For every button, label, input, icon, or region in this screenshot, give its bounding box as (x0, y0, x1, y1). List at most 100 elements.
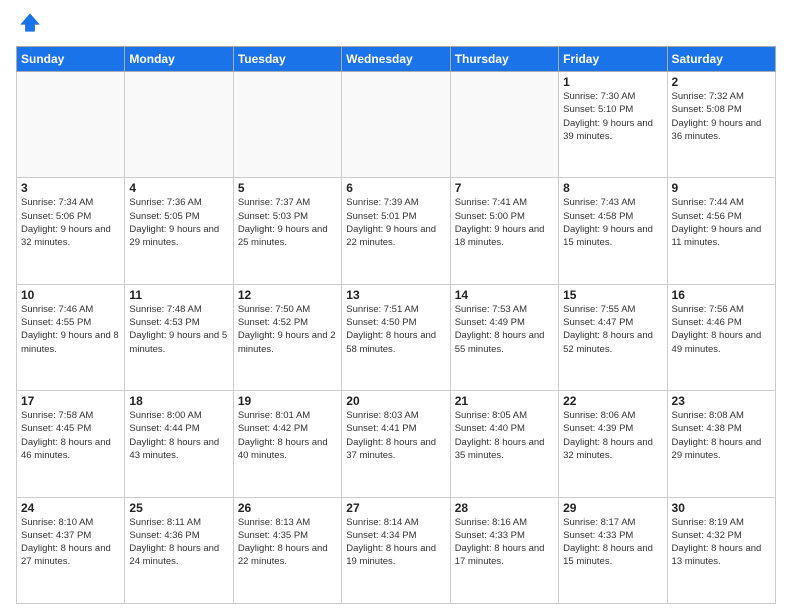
logo-icon (16, 12, 44, 40)
day-info: Sunrise: 7:56 AM Sunset: 4:46 PM Dayligh… (672, 303, 771, 356)
day-info: Sunrise: 7:50 AM Sunset: 4:52 PM Dayligh… (238, 303, 337, 356)
calendar-cell: 28Sunrise: 8:16 AM Sunset: 4:33 PM Dayli… (450, 497, 558, 603)
day-header-saturday: Saturday (667, 47, 775, 72)
day-info: Sunrise: 8:06 AM Sunset: 4:39 PM Dayligh… (563, 409, 662, 462)
day-number: 17 (21, 394, 120, 408)
day-number: 12 (238, 288, 337, 302)
day-info: Sunrise: 7:55 AM Sunset: 4:47 PM Dayligh… (563, 303, 662, 356)
day-number: 7 (455, 181, 554, 195)
calendar-cell: 2Sunrise: 7:32 AM Sunset: 5:08 PM Daylig… (667, 72, 775, 178)
day-info: Sunrise: 7:34 AM Sunset: 5:06 PM Dayligh… (21, 196, 120, 249)
day-number: 11 (129, 288, 228, 302)
day-number: 18 (129, 394, 228, 408)
day-info: Sunrise: 8:16 AM Sunset: 4:33 PM Dayligh… (455, 516, 554, 569)
calendar-cell: 16Sunrise: 7:56 AM Sunset: 4:46 PM Dayli… (667, 284, 775, 390)
day-number: 13 (346, 288, 445, 302)
calendar-cell (17, 72, 125, 178)
day-info: Sunrise: 7:37 AM Sunset: 5:03 PM Dayligh… (238, 196, 337, 249)
calendar-cell: 8Sunrise: 7:43 AM Sunset: 4:58 PM Daylig… (559, 178, 667, 284)
calendar-cell: 19Sunrise: 8:01 AM Sunset: 4:42 PM Dayli… (233, 391, 341, 497)
day-number: 15 (563, 288, 662, 302)
day-info: Sunrise: 7:32 AM Sunset: 5:08 PM Dayligh… (672, 90, 771, 143)
day-header-tuesday: Tuesday (233, 47, 341, 72)
day-header-monday: Monday (125, 47, 233, 72)
calendar-cell (125, 72, 233, 178)
day-info: Sunrise: 7:53 AM Sunset: 4:49 PM Dayligh… (455, 303, 554, 356)
calendar-header-row: SundayMondayTuesdayWednesdayThursdayFrid… (17, 47, 776, 72)
calendar-cell: 1Sunrise: 7:30 AM Sunset: 5:10 PM Daylig… (559, 72, 667, 178)
day-number: 1 (563, 75, 662, 89)
day-info: Sunrise: 7:39 AM Sunset: 5:01 PM Dayligh… (346, 196, 445, 249)
week-row-5: 24Sunrise: 8:10 AM Sunset: 4:37 PM Dayli… (17, 497, 776, 603)
page: SundayMondayTuesdayWednesdayThursdayFrid… (0, 0, 792, 612)
day-info: Sunrise: 7:43 AM Sunset: 4:58 PM Dayligh… (563, 196, 662, 249)
day-info: Sunrise: 7:58 AM Sunset: 4:45 PM Dayligh… (21, 409, 120, 462)
day-info: Sunrise: 7:51 AM Sunset: 4:50 PM Dayligh… (346, 303, 445, 356)
day-number: 10 (21, 288, 120, 302)
calendar-cell: 21Sunrise: 8:05 AM Sunset: 4:40 PM Dayli… (450, 391, 558, 497)
calendar-cell: 22Sunrise: 8:06 AM Sunset: 4:39 PM Dayli… (559, 391, 667, 497)
day-number: 22 (563, 394, 662, 408)
calendar-cell: 11Sunrise: 7:48 AM Sunset: 4:53 PM Dayli… (125, 284, 233, 390)
calendar-cell: 10Sunrise: 7:46 AM Sunset: 4:55 PM Dayli… (17, 284, 125, 390)
day-info: Sunrise: 8:11 AM Sunset: 4:36 PM Dayligh… (129, 516, 228, 569)
week-row-1: 1Sunrise: 7:30 AM Sunset: 5:10 PM Daylig… (17, 72, 776, 178)
day-number: 14 (455, 288, 554, 302)
day-info: Sunrise: 7:46 AM Sunset: 4:55 PM Dayligh… (21, 303, 120, 356)
calendar-cell: 23Sunrise: 8:08 AM Sunset: 4:38 PM Dayli… (667, 391, 775, 497)
calendar-cell: 24Sunrise: 8:10 AM Sunset: 4:37 PM Dayli… (17, 497, 125, 603)
calendar-cell: 12Sunrise: 7:50 AM Sunset: 4:52 PM Dayli… (233, 284, 341, 390)
day-info: Sunrise: 7:30 AM Sunset: 5:10 PM Dayligh… (563, 90, 662, 143)
day-number: 3 (21, 181, 120, 195)
day-info: Sunrise: 7:44 AM Sunset: 4:56 PM Dayligh… (672, 196, 771, 249)
calendar-cell: 29Sunrise: 8:17 AM Sunset: 4:33 PM Dayli… (559, 497, 667, 603)
day-header-friday: Friday (559, 47, 667, 72)
day-info: Sunrise: 8:05 AM Sunset: 4:40 PM Dayligh… (455, 409, 554, 462)
week-row-2: 3Sunrise: 7:34 AM Sunset: 5:06 PM Daylig… (17, 178, 776, 284)
day-number: 8 (563, 181, 662, 195)
calendar-cell: 3Sunrise: 7:34 AM Sunset: 5:06 PM Daylig… (17, 178, 125, 284)
calendar-cell: 15Sunrise: 7:55 AM Sunset: 4:47 PM Dayli… (559, 284, 667, 390)
calendar-cell: 18Sunrise: 8:00 AM Sunset: 4:44 PM Dayli… (125, 391, 233, 497)
calendar-cell: 27Sunrise: 8:14 AM Sunset: 4:34 PM Dayli… (342, 497, 450, 603)
day-number: 16 (672, 288, 771, 302)
day-number: 23 (672, 394, 771, 408)
day-number: 9 (672, 181, 771, 195)
day-number: 24 (21, 501, 120, 515)
logo (16, 12, 48, 40)
day-info: Sunrise: 8:08 AM Sunset: 4:38 PM Dayligh… (672, 409, 771, 462)
day-info: Sunrise: 8:17 AM Sunset: 4:33 PM Dayligh… (563, 516, 662, 569)
day-number: 20 (346, 394, 445, 408)
day-header-wednesday: Wednesday (342, 47, 450, 72)
calendar: SundayMondayTuesdayWednesdayThursdayFrid… (16, 46, 776, 604)
day-info: Sunrise: 7:41 AM Sunset: 5:00 PM Dayligh… (455, 196, 554, 249)
header (16, 12, 776, 40)
calendar-cell (342, 72, 450, 178)
day-info: Sunrise: 7:48 AM Sunset: 4:53 PM Dayligh… (129, 303, 228, 356)
calendar-cell: 7Sunrise: 7:41 AM Sunset: 5:00 PM Daylig… (450, 178, 558, 284)
calendar-cell: 13Sunrise: 7:51 AM Sunset: 4:50 PM Dayli… (342, 284, 450, 390)
calendar-cell: 25Sunrise: 8:11 AM Sunset: 4:36 PM Dayli… (125, 497, 233, 603)
day-number: 19 (238, 394, 337, 408)
day-info: Sunrise: 8:03 AM Sunset: 4:41 PM Dayligh… (346, 409, 445, 462)
day-number: 4 (129, 181, 228, 195)
day-number: 26 (238, 501, 337, 515)
calendar-cell: 20Sunrise: 8:03 AM Sunset: 4:41 PM Dayli… (342, 391, 450, 497)
day-header-sunday: Sunday (17, 47, 125, 72)
day-info: Sunrise: 8:14 AM Sunset: 4:34 PM Dayligh… (346, 516, 445, 569)
calendar-cell: 26Sunrise: 8:13 AM Sunset: 4:35 PM Dayli… (233, 497, 341, 603)
day-info: Sunrise: 8:13 AM Sunset: 4:35 PM Dayligh… (238, 516, 337, 569)
calendar-cell: 30Sunrise: 8:19 AM Sunset: 4:32 PM Dayli… (667, 497, 775, 603)
calendar-cell: 4Sunrise: 7:36 AM Sunset: 5:05 PM Daylig… (125, 178, 233, 284)
day-info: Sunrise: 8:00 AM Sunset: 4:44 PM Dayligh… (129, 409, 228, 462)
day-number: 21 (455, 394, 554, 408)
day-info: Sunrise: 8:01 AM Sunset: 4:42 PM Dayligh… (238, 409, 337, 462)
calendar-cell (450, 72, 558, 178)
day-number: 28 (455, 501, 554, 515)
day-info: Sunrise: 8:10 AM Sunset: 4:37 PM Dayligh… (21, 516, 120, 569)
calendar-cell: 6Sunrise: 7:39 AM Sunset: 5:01 PM Daylig… (342, 178, 450, 284)
day-number: 6 (346, 181, 445, 195)
day-number: 27 (346, 501, 445, 515)
day-number: 2 (672, 75, 771, 89)
week-row-4: 17Sunrise: 7:58 AM Sunset: 4:45 PM Dayli… (17, 391, 776, 497)
